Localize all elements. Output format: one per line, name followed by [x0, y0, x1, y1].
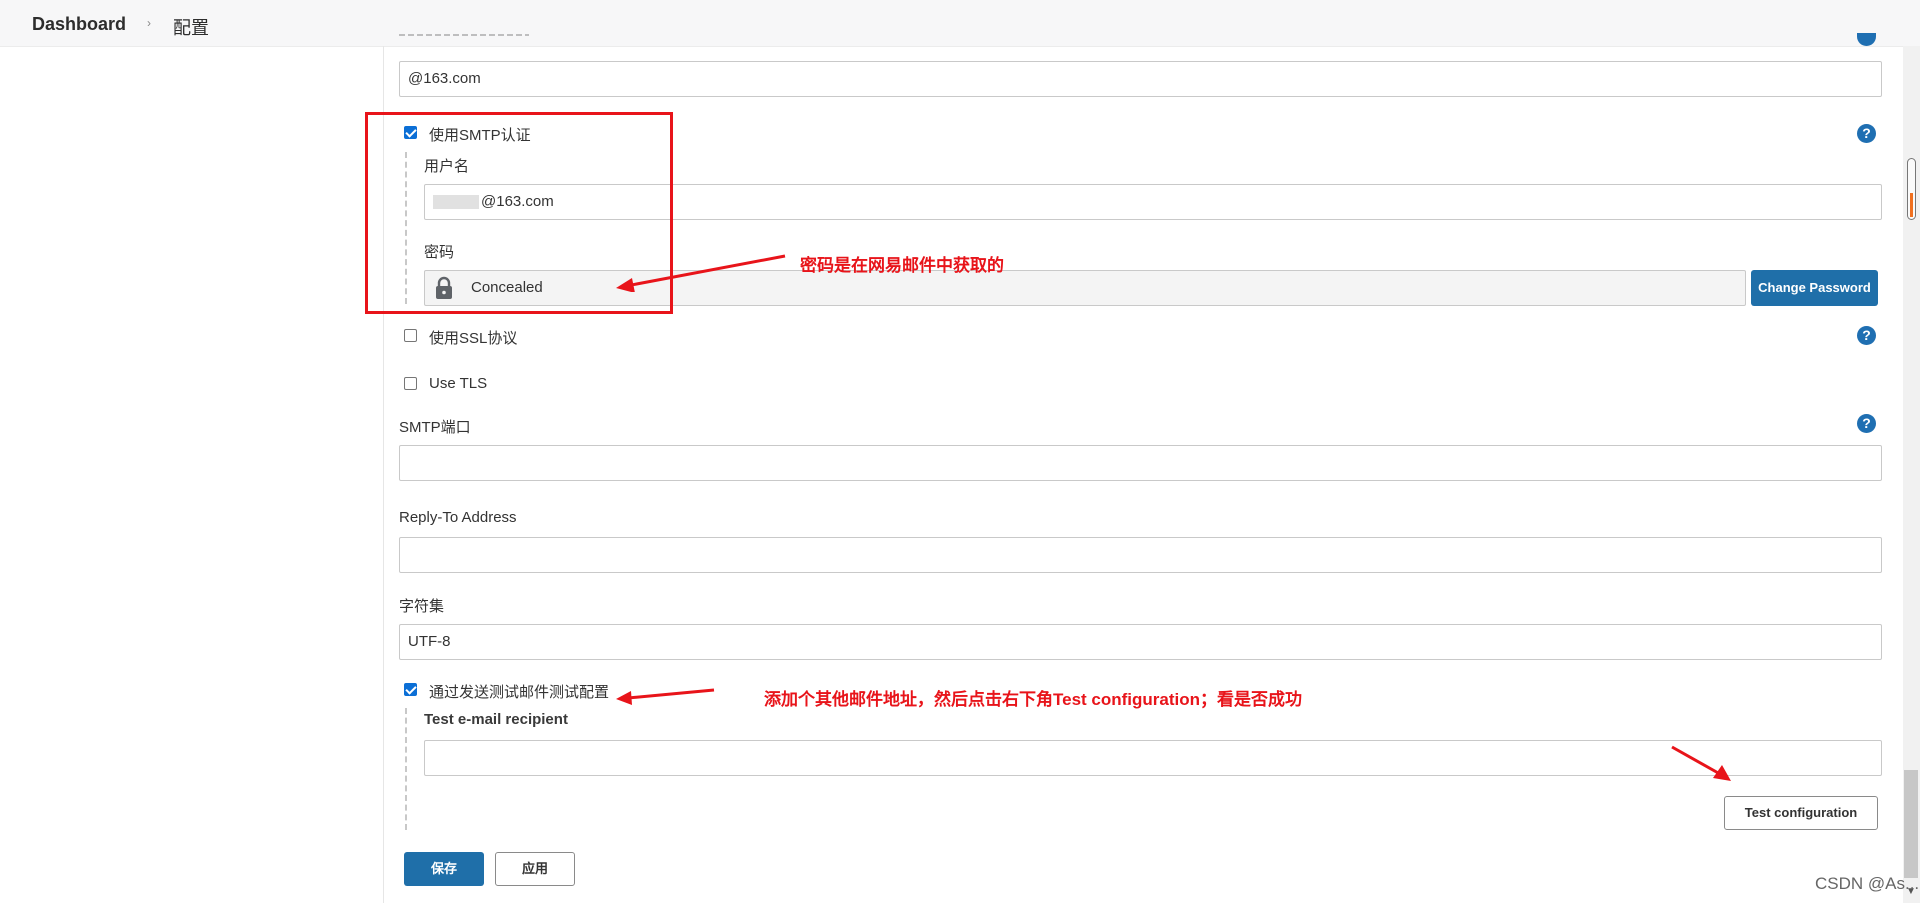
reply-to-input[interactable]: [399, 537, 1882, 573]
help-icon[interactable]: ?: [1857, 124, 1876, 143]
test-annotation: 添加个其他邮件地址，然后点击右下角Test configuration；看是否成…: [764, 690, 1303, 709]
test-configuration-button[interactable]: Test configuration: [1724, 796, 1878, 830]
ssl-checkbox[interactable]: [404, 329, 417, 342]
charset-label: 字符集: [399, 598, 445, 615]
test-recipient-label: Test e-mail recipient: [424, 711, 568, 728]
scroll-marker: [1910, 193, 1913, 217]
page-scroll-thumb[interactable]: [1904, 770, 1918, 878]
change-password-button[interactable]: Change Password: [1751, 270, 1878, 306]
annotation-arrow-icon: [616, 688, 715, 705]
save-button[interactable]: 保存: [404, 852, 484, 886]
ssl-label: 使用SSL协议: [429, 330, 518, 347]
annotation-arrow-icon: [1671, 745, 1731, 781]
watermark: CSDN @As...: [1815, 874, 1920, 893]
password-annotation: 密码是在网易邮件中获取的: [800, 256, 1004, 275]
breadcrumb-separator-icon: ›: [147, 16, 151, 30]
nested-guide-line: [405, 708, 407, 830]
help-icon[interactable]: ?: [1857, 326, 1876, 345]
charset-input[interactable]: UTF-8: [399, 624, 1882, 660]
breadcrumb-dashboard[interactable]: Dashboard: [32, 14, 126, 35]
tls-label: Use TLS: [429, 375, 488, 392]
test-mail-label: 通过发送测试邮件测试配置: [429, 684, 610, 701]
breadcrumb-current: 配置: [173, 18, 209, 38]
smtp-port-input[interactable]: [399, 445, 1882, 481]
annotation-arrow-icon: [616, 254, 786, 292]
clipped-label: [399, 34, 529, 46]
reply-to-label: Reply-To Address: [399, 509, 517, 526]
email-suffix-input[interactable]: @163.com: [399, 61, 1882, 97]
smtp-port-label: SMTP端口: [399, 419, 471, 436]
top-bar: [0, 0, 1920, 47]
help-icon[interactable]: ?: [1857, 414, 1876, 433]
scrollbar-thumb[interactable]: [1907, 158, 1916, 220]
test-mail-checkbox[interactable]: [404, 683, 417, 696]
apply-button[interactable]: 应用: [495, 852, 575, 886]
test-recipient-input[interactable]: [424, 740, 1882, 776]
tls-checkbox[interactable]: [404, 377, 417, 390]
